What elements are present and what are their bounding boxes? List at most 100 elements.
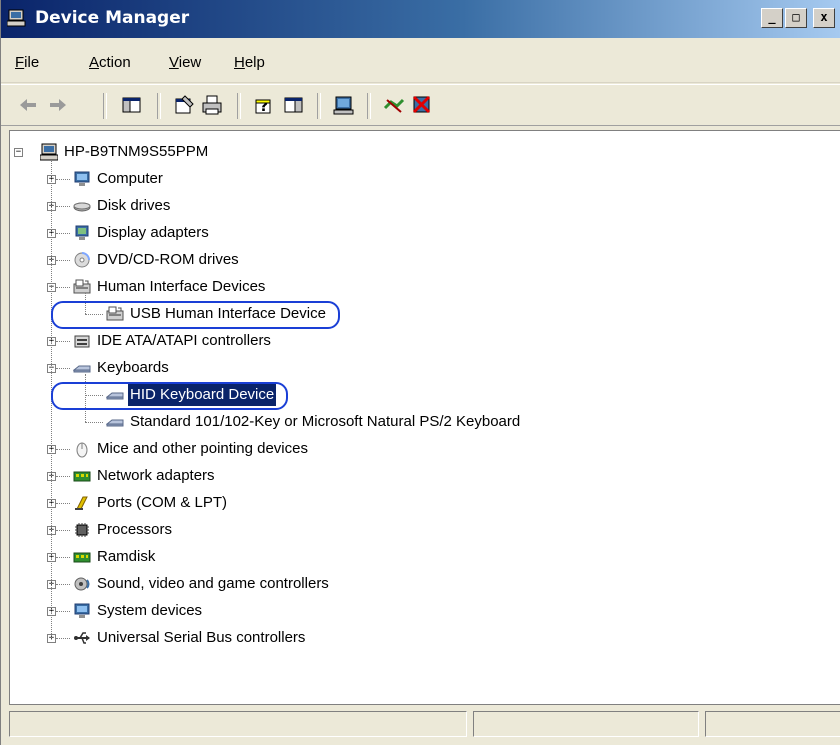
- status-pane-right: [705, 711, 840, 737]
- tree-category-ramdisk-label: Ramdisk: [97, 548, 156, 565]
- tree-connector: [56, 611, 70, 612]
- tree-category-computer-label: Computer: [97, 170, 163, 187]
- tree-connector: [56, 206, 70, 207]
- menu-help-label: elp: [244, 54, 265, 71]
- menu-view[interactable]: View: [169, 54, 201, 71]
- tree-category-sound-video-and-game-controllers[interactable]: Sound, video and game controllers +: [10, 573, 830, 595]
- tree-category-network-adapters-label: Network adapters: [97, 467, 215, 484]
- tree-category-disk-drives[interactable]: Disk drives +: [10, 195, 830, 217]
- show-action-pane-icon[interactable]: [283, 94, 305, 116]
- status-bar: [9, 708, 840, 740]
- tree-category-mice-and-other-pointing-devices[interactable]: Mice and other pointing devices +: [10, 438, 830, 460]
- tree-connector: [56, 638, 70, 639]
- tree-category-network-adapters[interactable]: Network adapters +: [10, 465, 830, 487]
- menu-help[interactable]: Help: [234, 54, 265, 71]
- tree-category-computer[interactable]: Computer +: [10, 168, 830, 190]
- tree-category-disk-drives-label: Disk drives: [97, 197, 171, 214]
- highlight-ring: [51, 301, 340, 329]
- tree-category-ide-ata-atapi-controllers-label: IDE ATA/ATAPI controllers: [97, 332, 271, 349]
- forward-arrow-icon[interactable]: [47, 94, 69, 116]
- tree-device-standard-101-102-key-or-microsoft-natural-ps-2-keyboard[interactable]: Standard 101/102-Key or Microsoft Natura…: [10, 411, 830, 433]
- tree-category-keyboards-label: Keyboards: [97, 359, 169, 376]
- network-adapter-icon: [73, 467, 91, 485]
- menu-bar: File Action View Help: [1, 40, 840, 83]
- toolbar: ?: [1, 84, 840, 126]
- tree-category-dvd-cd-rom-drives-label: DVD/CD-ROM drives: [97, 251, 239, 268]
- maximize-button[interactable]: □: [785, 8, 807, 28]
- tree-category-human-interface-devices-label: Human Interface Devices: [97, 278, 266, 295]
- tree-category-processors[interactable]: Processors +: [10, 519, 830, 541]
- tree-category-keyboards[interactable]: Keyboards −: [10, 357, 830, 379]
- system-device-icon: [73, 602, 91, 620]
- uninstall-device-icon[interactable]: [411, 94, 433, 116]
- menu-action-accelerator: A: [89, 54, 100, 71]
- tree-category-ports-com-lpt[interactable]: Ports (COM & LPT) +: [10, 492, 830, 514]
- tree-category-human-interface-devices[interactable]: Human Interface Devices −: [10, 276, 830, 298]
- device-tree[interactable]: HP-B9TNM9S55PPM − Computer + Disk drives + Dis…: [9, 130, 840, 705]
- tree-connector: [56, 476, 70, 477]
- menu-view-accelerator: V: [169, 54, 179, 71]
- show-hide-console-tree-icon[interactable]: [121, 94, 143, 116]
- ramdisk-icon: [73, 548, 91, 566]
- highlight-ring: [51, 382, 288, 410]
- tree-category-system-devices-label: System devices: [97, 602, 203, 619]
- tree-root-label: HP-B9TNM9S55PPM: [64, 143, 209, 160]
- tree-category-display-adapters[interactable]: Display adapters +: [10, 222, 830, 244]
- disk-drive-icon: [73, 197, 91, 215]
- sound-icon: [73, 575, 91, 593]
- menu-file[interactable]: File: [15, 54, 39, 71]
- toolbar-separator: [317, 93, 321, 119]
- tree-connector: [56, 503, 70, 504]
- scan-hardware-icon[interactable]: [333, 94, 355, 116]
- tree-connector: [85, 422, 103, 423]
- tree-category-mice-and-other-pointing-devices-label: Mice and other pointing devices: [97, 440, 308, 457]
- processor-icon: [73, 521, 91, 539]
- tree-category-system-devices[interactable]: System devices +: [10, 600, 830, 622]
- title-bar[interactable]: Device Manager _ □ x: [1, 0, 840, 38]
- tree-device-standard-101-102-key-or-microsoft-natural-ps-2-keyboard-label: Standard 101/102-Key or Microsoft Natura…: [130, 413, 521, 430]
- tree-category-dvd-cd-rom-drives[interactable]: DVD/CD-ROM drives +: [10, 249, 830, 271]
- tree-connector: [56, 584, 70, 585]
- window-title: Device Manager: [35, 8, 190, 28]
- toolbar-separator: [237, 93, 241, 119]
- ide-controller-icon: [73, 332, 91, 350]
- toolbar-separator: [103, 93, 107, 119]
- keyboard-icon: [105, 413, 124, 431]
- usb-icon: [73, 629, 91, 647]
- menu-help-accelerator: H: [234, 54, 245, 71]
- tree-category-ramdisk[interactable]: Ramdisk +: [10, 546, 830, 568]
- toolbar-separator: [367, 93, 371, 119]
- hid-icon: [73, 278, 91, 296]
- tree-connector: [56, 260, 70, 261]
- minimize-button[interactable]: _: [761, 8, 783, 28]
- tree-connector: [56, 557, 70, 558]
- back-arrow-icon[interactable]: [17, 94, 39, 116]
- collapse-toggle[interactable]: −: [14, 148, 23, 157]
- tree-category-universal-serial-bus-controllers[interactable]: Universal Serial Bus controllers +: [10, 627, 830, 649]
- menu-action-label: ction: [99, 54, 131, 71]
- tree-category-ide-ata-atapi-controllers[interactable]: IDE ATA/ATAPI controllers +: [10, 330, 830, 352]
- tree-category-display-adapters-label: Display adapters: [97, 224, 209, 241]
- computer-icon: [73, 170, 91, 188]
- status-pane-main: [9, 711, 467, 737]
- dvd-drive-icon: [73, 251, 91, 269]
- help-icon[interactable]: ?: [253, 94, 275, 116]
- tree-category-universal-serial-bus-controllers-label: Universal Serial Bus controllers: [97, 629, 306, 646]
- tree-connector: [56, 287, 70, 288]
- tree-connector: [56, 341, 70, 342]
- keyboard-icon: [72, 359, 91, 377]
- close-button[interactable]: x: [813, 8, 835, 28]
- menu-file-accelerator: F: [15, 54, 25, 71]
- port-icon: [73, 494, 91, 512]
- properties-icon[interactable]: [173, 94, 195, 116]
- menu-view-label: iew: [178, 54, 202, 71]
- tree-connector: [56, 530, 70, 531]
- menu-action[interactable]: Action: [89, 54, 131, 71]
- print-icon[interactable]: [201, 94, 223, 116]
- root-icon: [39, 143, 59, 161]
- device-manager-icon: [7, 9, 26, 27]
- tree-connector: [56, 368, 70, 369]
- tree-connector: [56, 179, 70, 180]
- tree-root[interactable]: HP-B9TNM9S55PPM −: [10, 141, 830, 163]
- disable-device-icon[interactable]: [383, 94, 405, 116]
